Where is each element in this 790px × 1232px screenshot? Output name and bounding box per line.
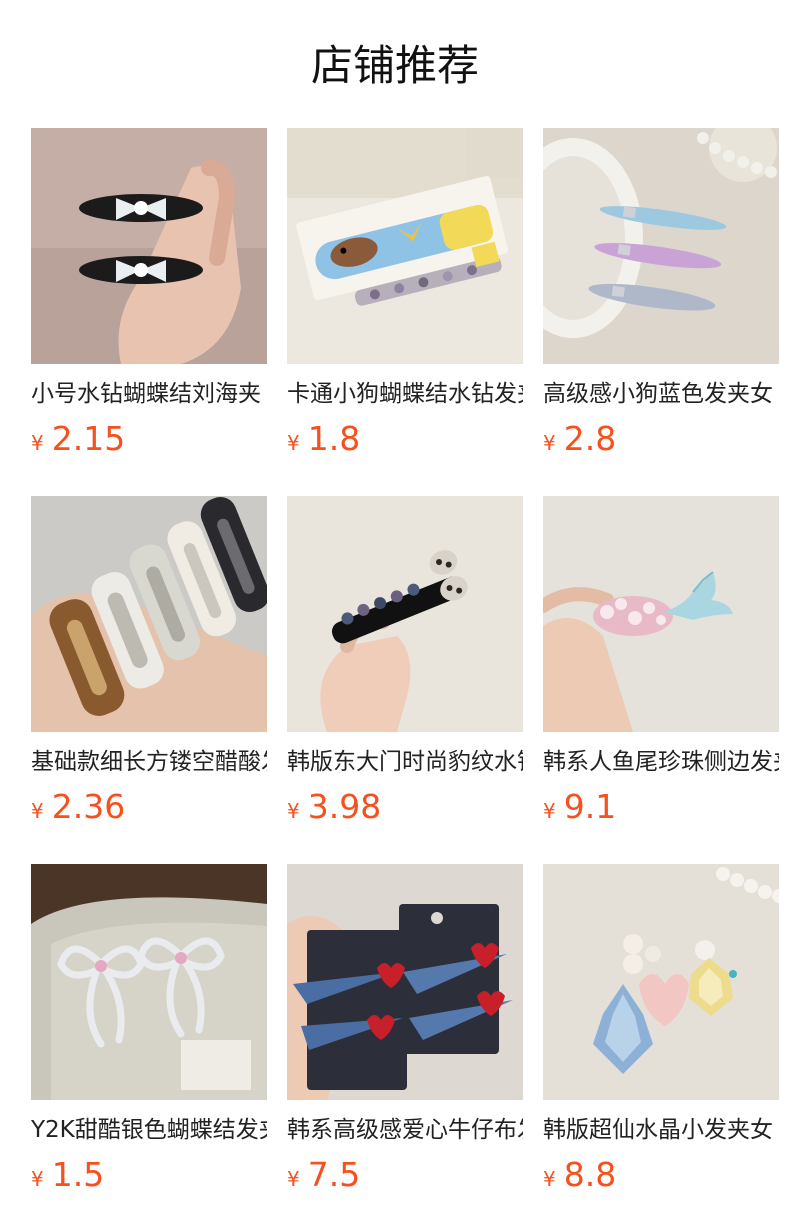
product-card[interactable]: 韩系高级感爱心牛仔布发夹 ¥7.5: [287, 864, 523, 1194]
product-name[interactable]: 韩系人鱼尾珍珠侧边发夹: [543, 746, 779, 778]
product-name[interactable]: 小号水钻蝴蝶结刘海夹: [31, 378, 267, 410]
price-value: 8.8: [563, 1155, 617, 1194]
product-name[interactable]: 韩版东大门时尚豹纹水钻发夹: [287, 746, 523, 778]
product-name[interactable]: 卡通小狗蝴蝶结水钻发夹: [287, 378, 523, 410]
currency-symbol: ¥: [287, 431, 300, 455]
product-price: ¥2.15: [31, 420, 267, 458]
product-name[interactable]: 高级感小狗蓝色发夹女: [543, 378, 779, 410]
product-card[interactable]: 卡通小狗蝴蝶结水钻发夹 ¥1.8: [287, 128, 523, 458]
section-title: 店铺推荐: [310, 41, 479, 90]
currency-symbol: ¥: [31, 431, 44, 455]
product-card[interactable]: 小号水钻蝴蝶结刘海夹 ¥2.15: [31, 128, 267, 458]
currency-symbol: ¥: [287, 799, 300, 823]
product-price: ¥2.8: [543, 420, 779, 458]
product-image[interactable]: [287, 496, 523, 732]
product-image[interactable]: [31, 128, 267, 364]
product-image[interactable]: [287, 128, 523, 364]
product-price: ¥7.5: [287, 1156, 523, 1194]
currency-symbol: ¥: [31, 1167, 44, 1191]
price-value: 2.15: [51, 419, 126, 458]
product-card[interactable]: 韩版东大门时尚豹纹水钻发夹 ¥3.98: [287, 496, 523, 826]
product-price: ¥8.8: [543, 1156, 779, 1194]
product-card[interactable]: 韩版超仙水晶小发夹女 ¥8.8: [543, 864, 779, 1194]
product-price: ¥2.36: [31, 788, 267, 826]
currency-symbol: ¥: [543, 431, 556, 455]
product-name[interactable]: Y2K甜酷银色蝴蝶结发夹: [31, 1114, 267, 1146]
product-price: ¥1.5: [31, 1156, 267, 1194]
price-value: 3.98: [307, 787, 382, 826]
currency-symbol: ¥: [543, 1167, 556, 1191]
product-card[interactable]: 韩系人鱼尾珍珠侧边发夹 ¥9.1: [543, 496, 779, 826]
product-image[interactable]: [543, 864, 779, 1100]
product-price: ¥1.8: [287, 420, 523, 458]
currency-symbol: ¥: [31, 799, 44, 823]
product-image[interactable]: [31, 496, 267, 732]
price-value: 7.5: [307, 1155, 361, 1194]
product-card[interactable]: 基础款细长方镂空醋酸发夹 ¥2.36: [31, 496, 267, 826]
product-card[interactable]: 高级感小狗蓝色发夹女 ¥2.8: [543, 128, 779, 458]
price-value: 1.8: [307, 419, 361, 458]
product-name[interactable]: 韩版超仙水晶小发夹女: [543, 1114, 779, 1146]
price-value: 1.5: [51, 1155, 105, 1194]
currency-symbol: ¥: [543, 799, 556, 823]
product-image[interactable]: [543, 496, 779, 732]
price-value: 2.36: [51, 787, 126, 826]
price-value: 9.1: [563, 787, 617, 826]
product-price: ¥9.1: [543, 788, 779, 826]
product-name[interactable]: 基础款细长方镂空醋酸发夹: [31, 746, 267, 778]
product-name[interactable]: 韩系高级感爱心牛仔布发夹: [287, 1114, 523, 1146]
product-card[interactable]: Y2K甜酷银色蝴蝶结发夹 ¥1.5: [31, 864, 267, 1194]
currency-symbol: ¥: [287, 1167, 300, 1191]
product-price: ¥3.98: [287, 788, 523, 826]
product-image[interactable]: [543, 128, 779, 364]
product-image[interactable]: [287, 864, 523, 1100]
price-value: 2.8: [563, 419, 617, 458]
product-image[interactable]: [31, 864, 267, 1100]
